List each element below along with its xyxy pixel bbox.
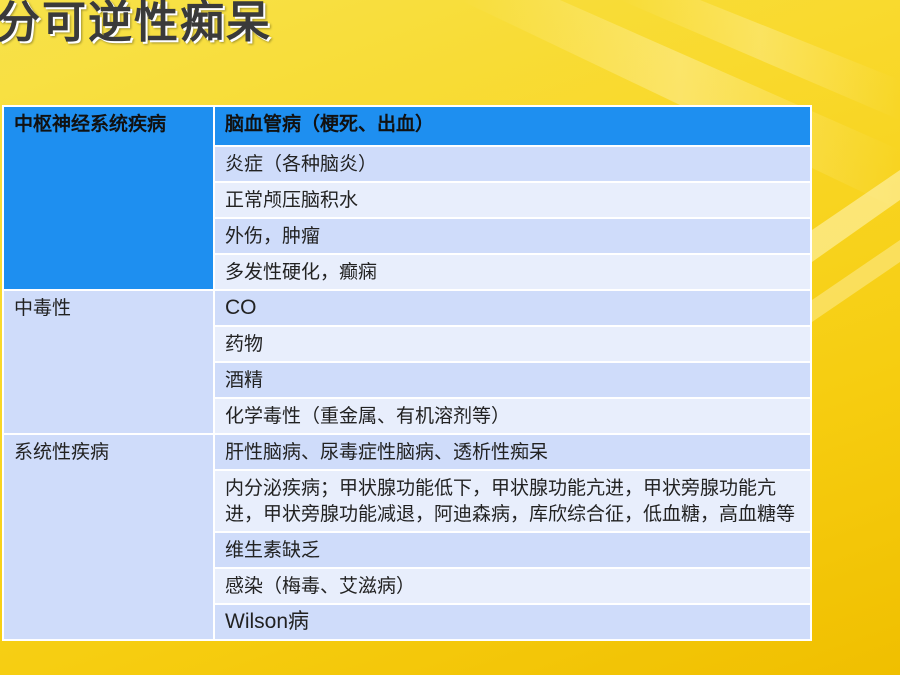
item-cell: 感染（梅毒、艾滋病）: [213, 567, 812, 605]
item-cell: 化学毒性（重金属、有机溶剂等）: [213, 397, 812, 435]
table-row: 中毒性 CO: [2, 289, 812, 435]
item-cell: 正常颅压脑积水: [213, 181, 812, 219]
item-cell: Wilson病: [213, 603, 812, 641]
dementia-cause-table: 中枢神经系统疾病 脑血管病（梗死、出血） 炎症（各种脑炎） 正常颅压脑积水 外伤…: [2, 105, 812, 641]
table-row: 中枢神经系统疾病 脑血管病（梗死、出血）: [2, 105, 812, 291]
category-cell: 中枢神经系统疾病: [2, 105, 215, 291]
item-cell: 外伤，肿瘤: [213, 217, 812, 255]
category-cell: 中毒性: [2, 289, 215, 435]
item-cell: 多发性硬化，癫痫: [213, 253, 812, 291]
item-cell: 炎症（各种脑炎）: [213, 145, 812, 183]
item-cell: 酒精: [213, 361, 812, 399]
table-row: 系统性疾病 肝性脑病、尿毒症性脑病、透析性痴呆: [2, 433, 812, 641]
item-cell: 脑血管病（梗死、出血）: [213, 105, 812, 147]
page-title: 分可逆性痴呆: [0, 0, 272, 48]
item-cell: CO: [213, 289, 812, 327]
item-cell: 内分泌疾病；甲状腺功能低下，甲状腺功能亢进，甲状旁腺功能亢进，甲状旁腺功能减退，…: [213, 469, 812, 533]
item-cell: 肝性脑病、尿毒症性脑病、透析性痴呆: [213, 433, 812, 471]
category-cell: 系统性疾病: [2, 433, 215, 641]
item-cell: 维生素缺乏: [213, 531, 812, 569]
item-cell: 药物: [213, 325, 812, 363]
